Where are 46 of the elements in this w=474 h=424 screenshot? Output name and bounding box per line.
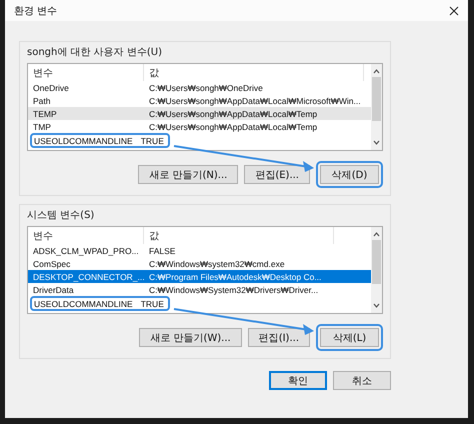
cancel-button[interactable]: 취소 <box>333 371 391 390</box>
group-label: 시스템 변수(S) <box>27 209 94 222</box>
variable-value: C:₩Users₩songh₩AppData₩Local₩Microsoft₩Win... <box>148 94 362 106</box>
variable-name: OneDrive <box>32 82 70 94</box>
column-header[interactable]: 값 <box>144 227 334 244</box>
variable-value: C:₩Users₩songh₩AppData₩Local₩Temp <box>148 120 318 132</box>
annotated-row[interactable]: USEOLDCOMMANDLINE TRUE <box>30 296 170 311</box>
list-row[interactable]: TEMP C:₩Users₩songh₩AppData₩Local₩Temp <box>28 107 371 120</box>
column-header[interactable]: 변수 <box>28 227 144 244</box>
variable-name: USEOLDCOMMANDLINE <box>33 298 133 310</box>
variable-name: Path <box>32 94 52 106</box>
variable-value: C:₩Windows₩system32₩cmd.exe <box>148 258 286 270</box>
variable-value: FALSE <box>148 244 176 256</box>
scroll-down-icon[interactable] <box>373 139 380 146</box>
window-title: 환경 변수 <box>14 4 58 18</box>
scrollbar[interactable] <box>371 227 382 313</box>
scroll-up-icon[interactable] <box>373 68 380 75</box>
close-icon[interactable] <box>449 6 459 16</box>
group-label: songh에 대한 사용자 변수(U) <box>27 46 162 59</box>
annotated-row[interactable]: USEOLDCOMMANDLINE TRUE <box>30 133 170 148</box>
variable-value: C:₩Users₩songh₩AppData₩Local₩Temp <box>148 108 318 120</box>
edit-button[interactable]: 편집(E)... <box>244 165 310 184</box>
variable-value: TRUE <box>140 134 164 146</box>
scroll-down-icon[interactable] <box>373 302 380 309</box>
variable-name: TMP <box>32 120 52 132</box>
delete-button[interactable]: 삭제(D) <box>320 165 379 184</box>
column-header[interactable]: 값 <box>144 64 364 81</box>
list-row[interactable]: DESKTOP_CONNECTOR_... C:₩Program Files₩Autodesk₩Desktop Co... <box>28 270 371 283</box>
scroll-up-icon[interactable] <box>373 231 380 238</box>
variable-value: C:₩Users₩songh₩OneDrive <box>148 82 264 94</box>
scrollbar[interactable] <box>371 64 382 150</box>
new-button[interactable]: 새로 만들기(N)... <box>138 165 238 184</box>
variable-value: C:₩Windows₩System32₩Drivers₩Driver... <box>148 284 320 296</box>
variable-name: USEOLDCOMMANDLINE <box>33 134 133 146</box>
ok-button[interactable]: 확인 <box>269 371 327 390</box>
variable-name: ADSK_CLM_WPAD_PRO... <box>32 244 140 256</box>
edit-button[interactable]: 편집(I)... <box>248 328 310 347</box>
variable-name: TEMP <box>32 108 58 120</box>
variable-value: C:₩Program Files₩Autodesk₩Desktop Co... <box>148 270 322 282</box>
variable-name: DriverData <box>32 284 75 296</box>
new-button[interactable]: 새로 만들기(W)... <box>139 328 242 347</box>
column-header[interactable]: 변수 <box>28 64 144 81</box>
variable-name: DESKTOP_CONNECTOR_... <box>32 270 144 282</box>
variable-value: TRUE <box>140 298 164 310</box>
delete-button[interactable]: 삭제(L) <box>320 328 379 347</box>
variable-name: ComSpec <box>32 258 72 270</box>
